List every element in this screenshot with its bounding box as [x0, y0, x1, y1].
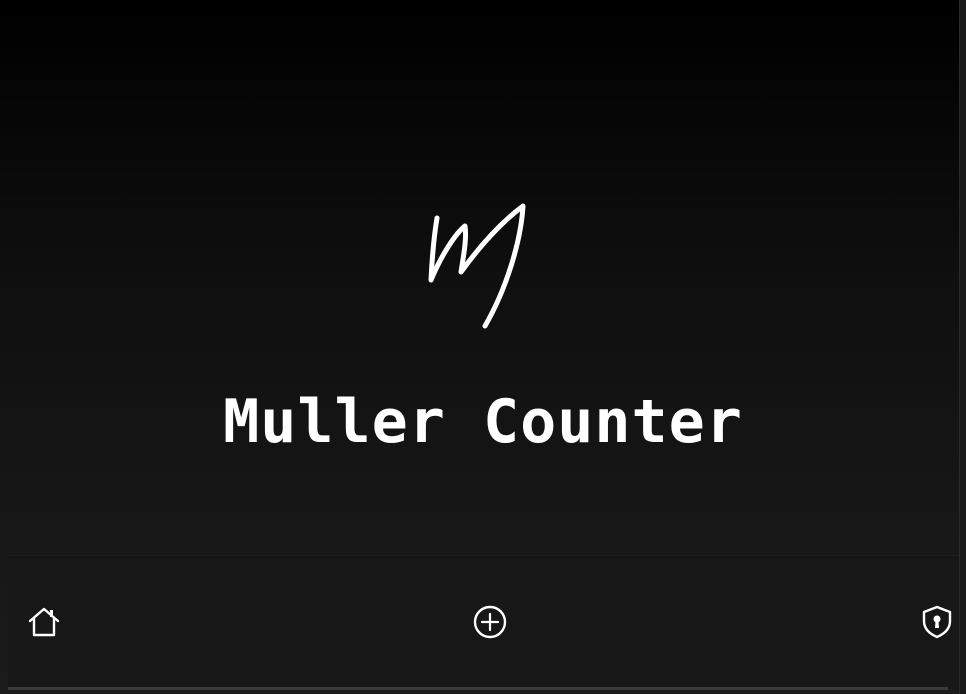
plus-circle-icon — [473, 605, 507, 639]
app-screen: Muller Counter — [0, 0, 966, 694]
nav-home-button[interactable] — [27, 605, 61, 639]
page-title: Muller Counter — [223, 387, 743, 457]
signature-m-logo — [428, 203, 526, 329]
home-icon — [28, 607, 60, 637]
nav-add-button[interactable] — [473, 605, 507, 639]
bottom-divider — [8, 687, 948, 690]
hero-section: Muller Counter — [0, 0, 960, 550]
window-scrollbar[interactable] — [959, 0, 966, 694]
shield-keyhole-icon — [922, 605, 952, 639]
bottom-nav-bar — [8, 555, 960, 689]
nav-security-button[interactable] — [920, 605, 954, 639]
